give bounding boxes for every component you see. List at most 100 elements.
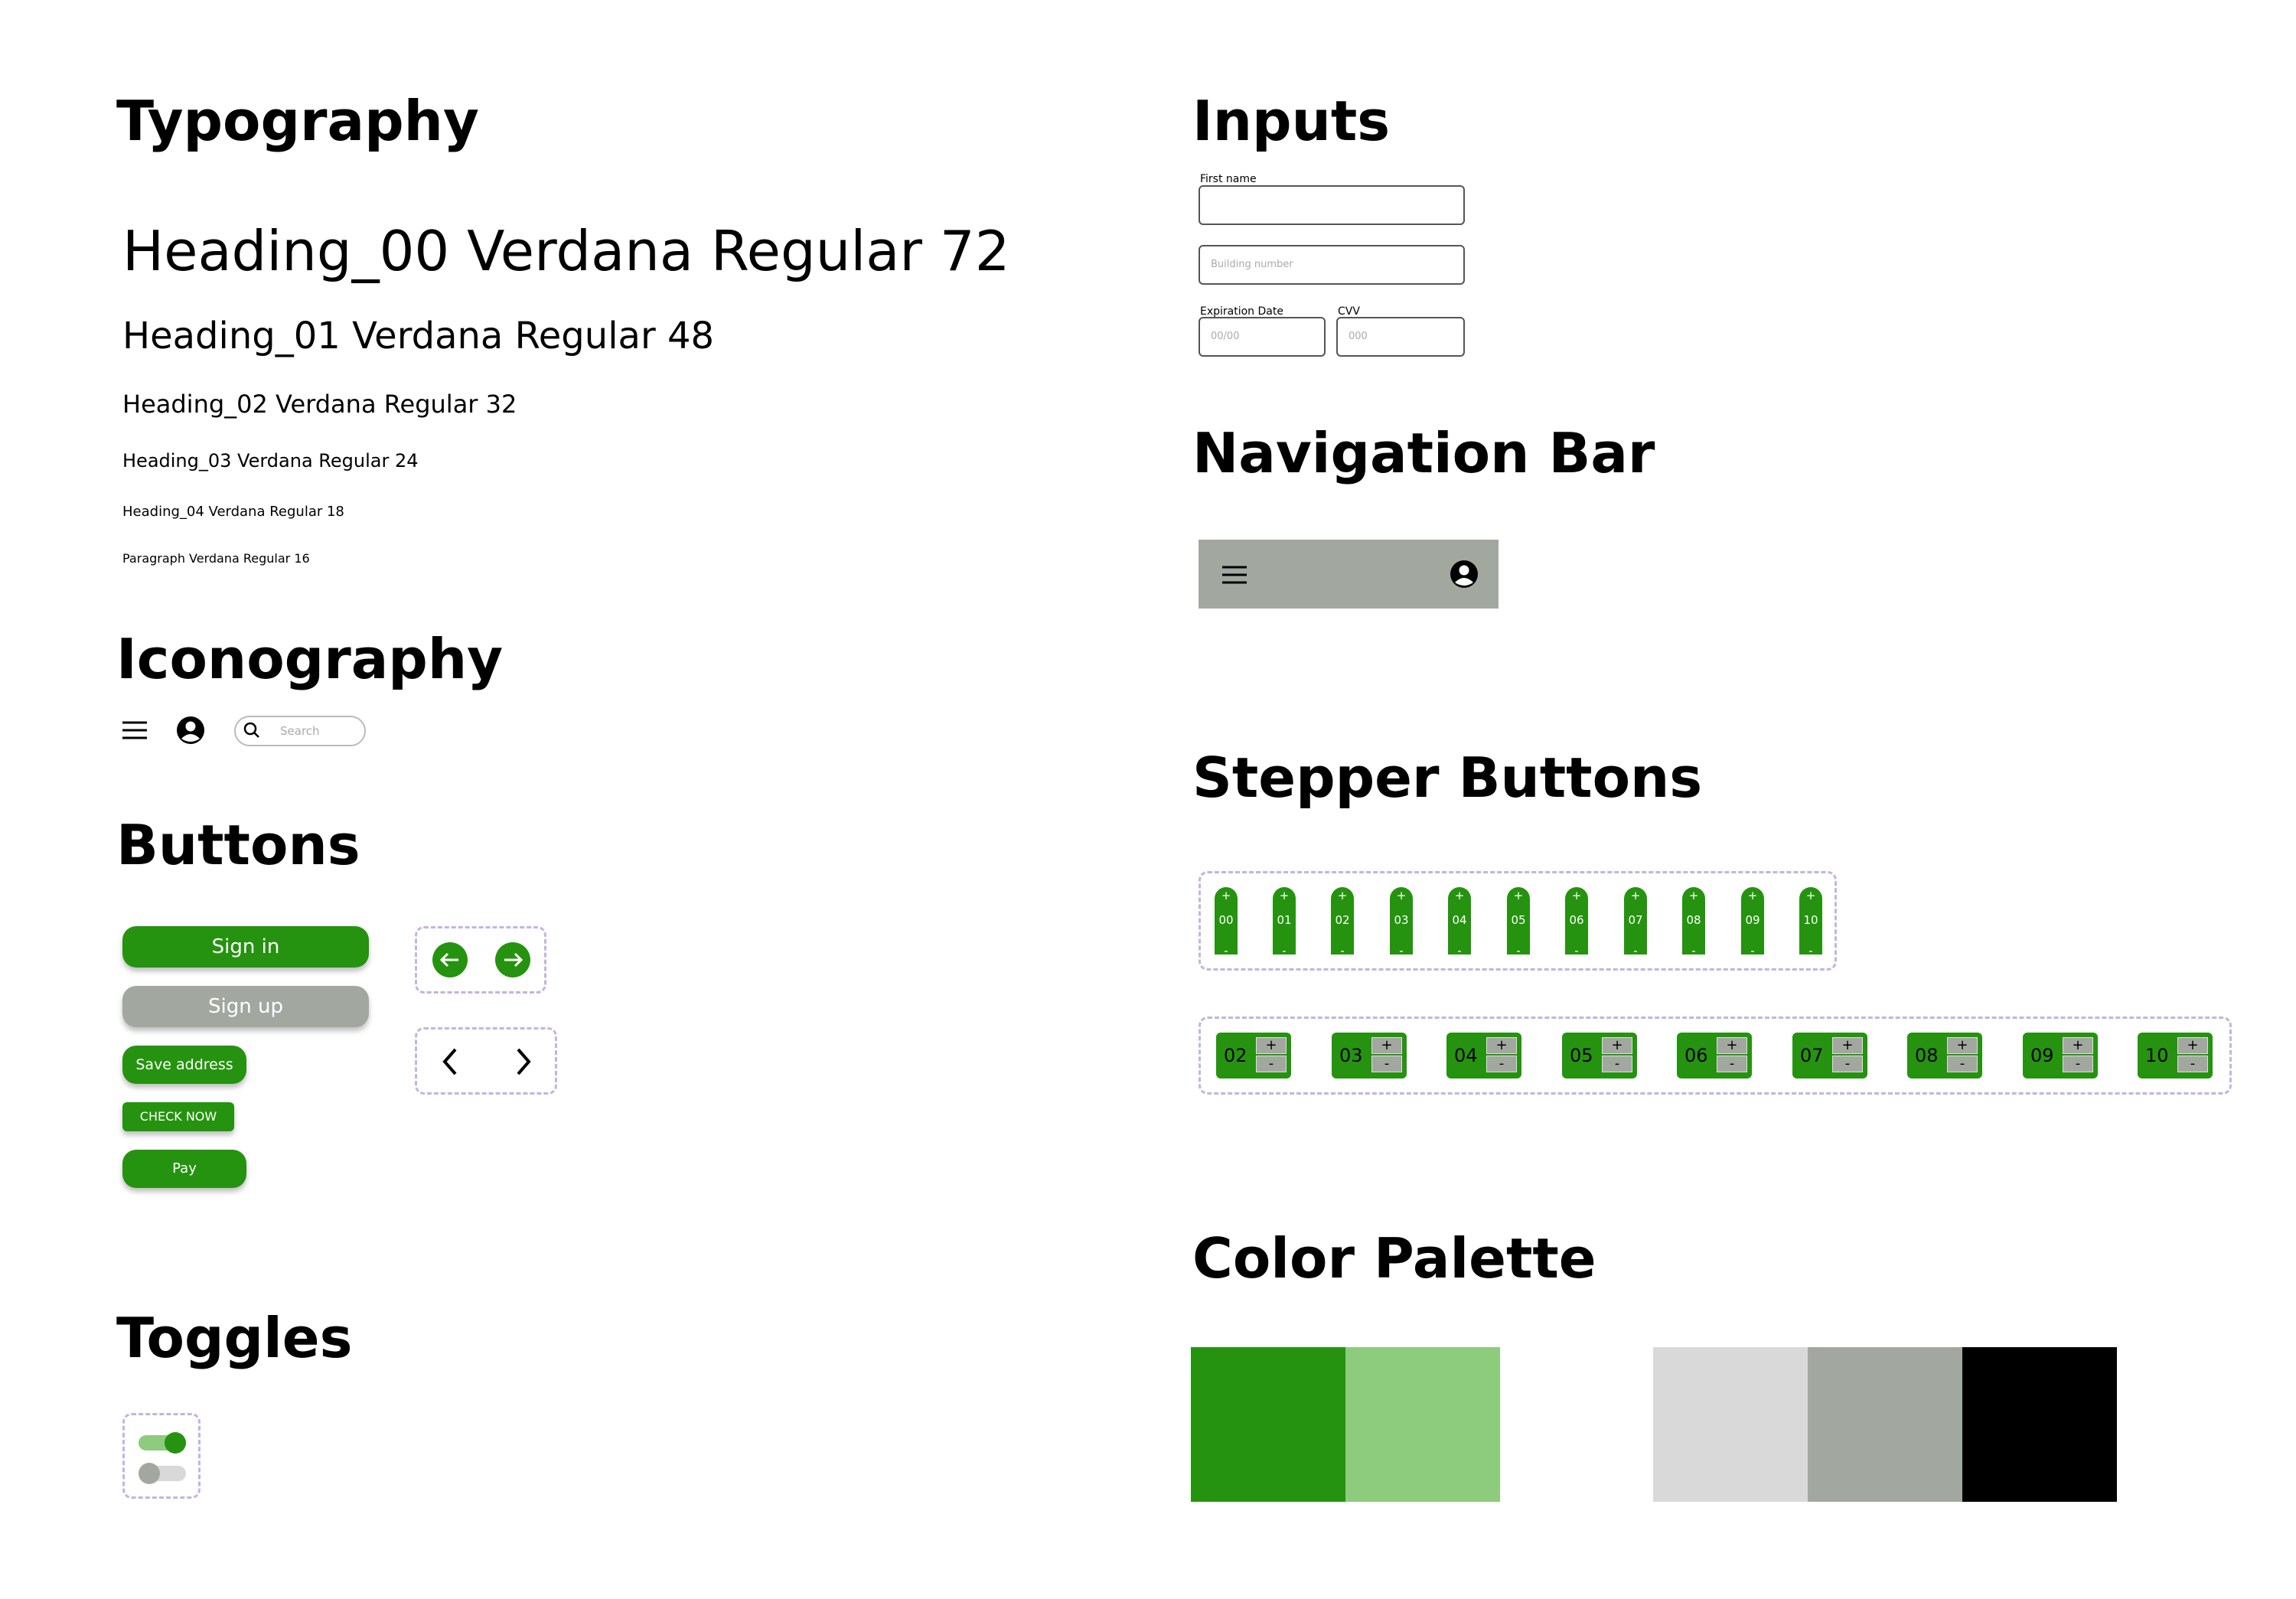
stepper-plus[interactable]: + <box>1565 889 1588 902</box>
vertical-stepper[interactable]: +09 - <box>1741 887 1764 958</box>
check-now-button[interactable]: CHECK NOW <box>122 1102 234 1131</box>
stepper-minus[interactable]: - <box>1602 1056 1632 1072</box>
menu-icon[interactable] <box>1221 564 1247 586</box>
arrow-right-icon[interactable] <box>495 942 530 977</box>
stepper-minus[interactable]: - <box>1256 1056 1287 1072</box>
sign-up-button[interactable]: Sign up <box>122 986 369 1027</box>
stepper-minus[interactable]: - <box>1371 1056 1402 1072</box>
stepper-minus[interactable]: - <box>2063 1056 2093 1072</box>
first-name-label: First name <box>1200 173 1257 185</box>
horizontal-stepper[interactable]: 10 + - <box>2138 1033 2213 1079</box>
arrow-left-icon[interactable] <box>432 942 468 977</box>
toggle-off[interactable] <box>139 1463 186 1484</box>
stepper-plus[interactable]: + <box>1371 1037 1402 1054</box>
stepper-plus[interactable]: + <box>1390 889 1413 902</box>
stepper-minus[interactable]: - <box>1486 1056 1517 1072</box>
stepper-value: 05 <box>1570 1045 1593 1066</box>
horizontal-stepper[interactable]: 04 + - <box>1446 1033 1521 1079</box>
vertical-stepper[interactable]: +02 - <box>1331 887 1354 958</box>
stepper-minus[interactable]: - <box>1799 944 1822 958</box>
stepper-minus[interactable]: - <box>1565 944 1588 958</box>
stepper-value: 10 <box>2145 1045 2169 1066</box>
vertical-stepper[interactable]: +00 - <box>1215 887 1238 958</box>
vertical-steppers-group: +00- +01- +02- +03- +04- +05- +06- +07- … <box>1199 871 1837 971</box>
menu-icon <box>121 720 148 741</box>
expiration-date-field[interactable]: 00/00 <box>1199 317 1326 357</box>
stepper-value: 02 <box>1335 913 1350 927</box>
swatch-black <box>1962 1347 2117 1502</box>
stepper-minus[interactable]: - <box>1448 944 1471 958</box>
stepper-minus[interactable]: - <box>1624 944 1647 958</box>
swatch-light-grey <box>1653 1347 1808 1502</box>
stepper-plus[interactable]: + <box>1215 889 1238 902</box>
stepper-minus[interactable]: - <box>1215 944 1238 958</box>
building-number-field[interactable]: Building number <box>1199 245 1465 285</box>
stepper-plus[interactable]: + <box>1331 889 1354 902</box>
stepper-plus[interactable]: + <box>1448 889 1471 902</box>
vertical-stepper[interactable]: +03 - <box>1390 887 1413 958</box>
cvv-field[interactable]: 000 <box>1336 317 1465 357</box>
pay-button[interactable]: Pay <box>122 1150 246 1188</box>
search-input[interactable]: Search <box>234 716 366 746</box>
stepper-value: 08 <box>1686 913 1701 927</box>
stepper-value: 06 <box>1684 1045 1708 1066</box>
stepper-plus[interactable]: + <box>1741 889 1764 902</box>
stepper-plus[interactable]: + <box>1256 1037 1287 1054</box>
stepper-value: 04 <box>1452 913 1467 927</box>
toggles-group <box>122 1413 201 1499</box>
stepper-minus[interactable]: - <box>1717 1056 1747 1072</box>
stepper-plus[interactable]: + <box>1507 889 1530 902</box>
account-icon[interactable] <box>1450 560 1479 589</box>
first-name-field[interactable] <box>1199 185 1465 225</box>
sign-in-button[interactable]: Sign in <box>122 926 369 968</box>
toggle-on[interactable] <box>139 1432 186 1454</box>
stepper-value: 02 <box>1224 1045 1247 1066</box>
navigation-bar <box>1199 540 1499 609</box>
stepper-plus[interactable]: + <box>1682 889 1705 902</box>
stepper-plus[interactable]: + <box>2063 1037 2093 1054</box>
toggles-title: Toggles <box>116 1306 353 1370</box>
stepper-plus[interactable]: + <box>1602 1037 1632 1054</box>
stepper-plus[interactable]: + <box>1624 889 1647 902</box>
stepper-minus[interactable]: - <box>1273 944 1296 958</box>
horizontal-stepper[interactable]: 03 + - <box>1332 1033 1407 1079</box>
typography-title: Typography <box>116 89 479 153</box>
heading-00-sample: Heading_00 Verdana Regular 72 <box>122 219 1010 283</box>
stepper-minus[interactable]: - <box>1947 1056 1978 1072</box>
stepper-plus[interactable]: + <box>1486 1037 1517 1054</box>
stepper-minus[interactable]: - <box>2177 1056 2208 1072</box>
stepper-plus[interactable]: + <box>1947 1037 1978 1054</box>
chevron-right-icon[interactable] <box>512 1046 535 1077</box>
save-address-button[interactable]: Save address <box>122 1046 246 1084</box>
vertical-stepper[interactable]: +07 - <box>1624 887 1647 958</box>
vertical-stepper[interactable]: +05 - <box>1507 887 1530 958</box>
stepper-plus[interactable]: + <box>1832 1037 1863 1054</box>
arrow-buttons-group <box>415 926 546 994</box>
chevron-left-icon[interactable] <box>439 1046 461 1077</box>
vertical-stepper[interactable]: +01 - <box>1273 887 1296 958</box>
vertical-stepper[interactable]: +04 - <box>1448 887 1471 958</box>
swatch-light-green <box>1345 1347 1500 1502</box>
horizontal-stepper[interactable]: 09 + - <box>2023 1033 2098 1079</box>
stepper-minus[interactable]: - <box>1682 944 1705 958</box>
horizontal-stepper[interactable]: 02 + - <box>1216 1033 1291 1079</box>
vertical-stepper[interactable]: +08 - <box>1682 887 1705 958</box>
search-icon <box>243 722 260 739</box>
stepper-minus[interactable]: - <box>1331 944 1354 958</box>
stepper-plus[interactable]: + <box>2177 1037 2208 1054</box>
vertical-stepper[interactable]: +06 - <box>1565 887 1588 958</box>
stepper-value: 00 <box>1218 913 1234 927</box>
vertical-stepper[interactable]: +10 - <box>1799 887 1822 958</box>
navigation-bar-title: Navigation Bar <box>1192 421 1655 485</box>
horizontal-stepper[interactable]: 05 + - <box>1562 1033 1637 1079</box>
stepper-minus[interactable]: - <box>1390 944 1413 958</box>
horizontal-stepper[interactable]: 08 + - <box>1907 1033 1982 1079</box>
stepper-minus[interactable]: - <box>1741 944 1764 958</box>
stepper-plus[interactable]: + <box>1717 1037 1747 1054</box>
horizontal-stepper[interactable]: 07 + - <box>1792 1033 1867 1079</box>
stepper-minus[interactable]: - <box>1832 1056 1863 1072</box>
stepper-plus[interactable]: + <box>1799 889 1822 902</box>
horizontal-stepper[interactable]: 06 + - <box>1677 1033 1752 1079</box>
stepper-plus[interactable]: + <box>1273 889 1296 902</box>
stepper-minus[interactable]: - <box>1507 944 1530 958</box>
